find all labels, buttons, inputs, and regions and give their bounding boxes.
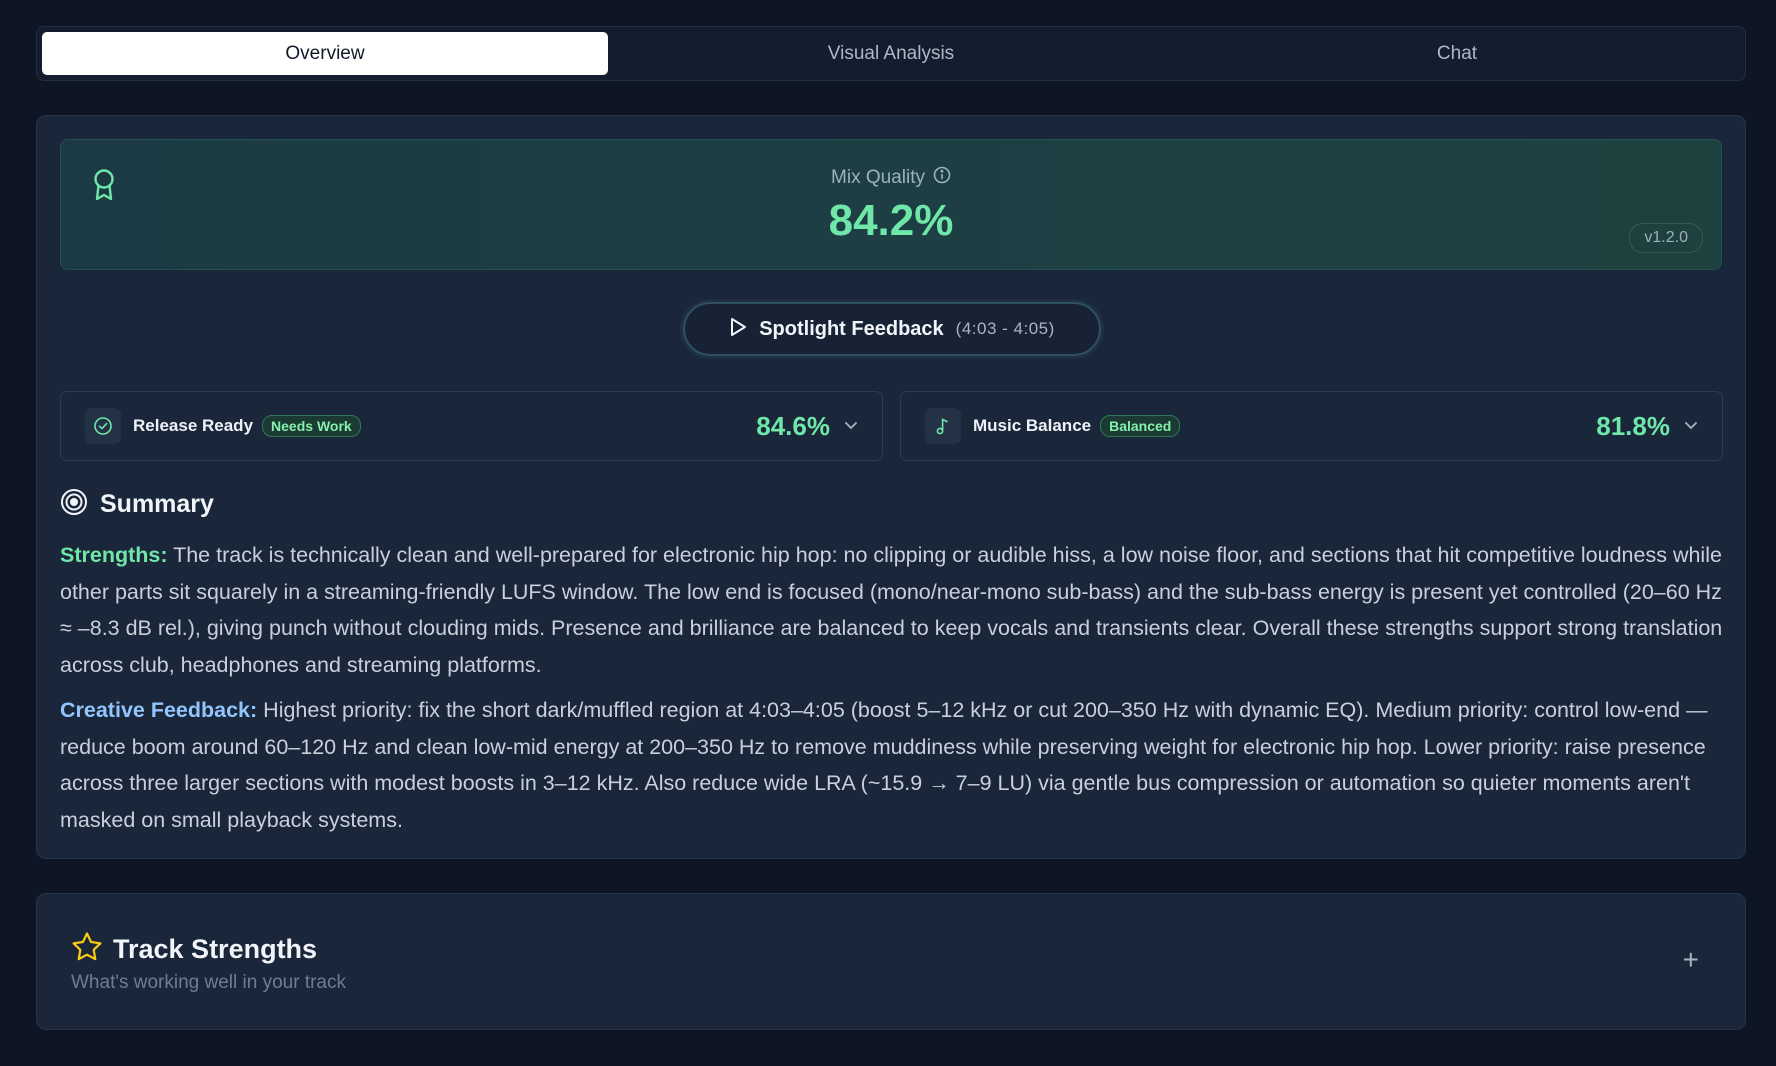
strengths-label: Strengths: — [60, 543, 168, 567]
overview-card: Mix Quality 84.2% v1.2.0 Spotlight Feedb… — [36, 115, 1746, 859]
info-icon[interactable] — [933, 166, 951, 190]
metric-value: 84.6% — [756, 410, 830, 441]
creative-feedback-paragraph: Creative Feedback: Highest priority: fix… — [60, 692, 1725, 838]
status-badge: Balanced — [1100, 415, 1181, 437]
metric-title: Release Ready — [133, 416, 254, 435]
tab-chat[interactable]: Chat — [1174, 32, 1740, 75]
expand-icon[interactable]: + — [1683, 946, 1699, 974]
spotlight-label: Spotlight Feedback — [759, 317, 944, 340]
strengths-text: The track is technically clean and well-… — [60, 543, 1723, 677]
mix-quality-label: Mix Quality — [831, 167, 925, 188]
star-icon — [71, 931, 103, 968]
creative-feedback-label: Creative Feedback: — [60, 698, 258, 722]
summary-header: Summary — [60, 488, 214, 521]
mix-quality-label-row: Mix Quality — [61, 166, 1721, 190]
target-icon — [60, 488, 88, 521]
mix-quality-panel: Mix Quality 84.2% v1.2.0 — [60, 139, 1722, 270]
check-circle-icon — [85, 408, 121, 444]
metric-music-balance[interactable]: Music Balance Balanced 81.8% — [900, 391, 1723, 461]
track-strengths-title: Track Strengths — [113, 934, 318, 964]
spotlight-feedback-button[interactable]: Spotlight Feedback (4:03 - 4:05) — [683, 302, 1101, 356]
mix-quality-value: 84.2% — [828, 196, 954, 245]
status-badge: Needs Work — [262, 415, 361, 437]
tab-bar: Overview Visual Analysis Chat — [36, 26, 1746, 81]
play-icon — [729, 317, 747, 342]
summary-title: Summary — [100, 490, 214, 518]
tab-overview[interactable]: Overview — [42, 32, 608, 75]
spotlight-time-range: (4:03 - 4:05) — [955, 319, 1055, 338]
strengths-paragraph: Strengths: The track is technically clea… — [60, 537, 1725, 683]
tab-visual-analysis[interactable]: Visual Analysis — [608, 32, 1174, 75]
app-root: Overview Visual Analysis Chat Mix Qualit… — [36, 26, 1746, 1030]
summary-body: Strengths: The track is technically clea… — [60, 537, 1725, 838]
metric-title: Music Balance — [973, 416, 1092, 435]
metric-value: 81.8% — [1596, 410, 1670, 441]
metric-release-ready[interactable]: Release Ready Needs Work 84.6% — [60, 391, 883, 461]
music-note-icon — [925, 408, 961, 444]
chevron-down-icon[interactable] — [844, 417, 858, 435]
chevron-down-icon[interactable] — [1684, 417, 1698, 435]
track-strengths-subtitle: What's working well in your track — [71, 972, 346, 993]
track-strengths-header: Track Strengths — [71, 931, 317, 968]
creative-feedback-text: Highest priority: fix the short dark/muf… — [60, 698, 1708, 832]
version-badge: v1.2.0 — [1629, 223, 1703, 253]
track-strengths-card[interactable]: Track Strengths What's working well in y… — [36, 893, 1746, 1030]
